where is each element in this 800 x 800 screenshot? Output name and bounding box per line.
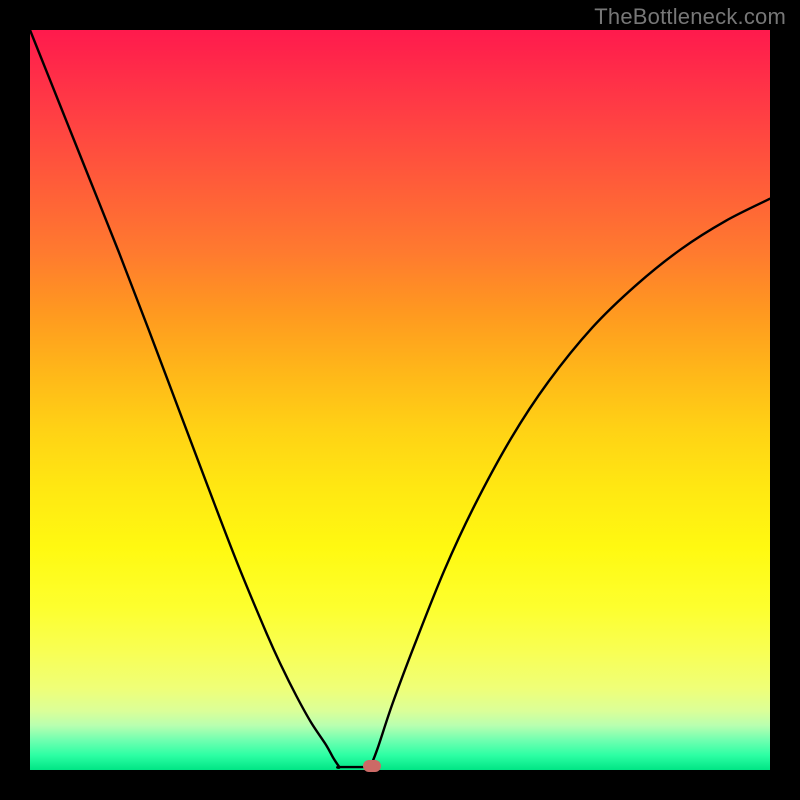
bottleneck-curve <box>30 30 770 768</box>
plot-area <box>30 30 770 770</box>
curve-layer <box>30 30 770 770</box>
trough-marker <box>363 760 381 772</box>
watermark-text: TheBottleneck.com <box>594 4 786 30</box>
outer-frame: TheBottleneck.com <box>0 0 800 800</box>
